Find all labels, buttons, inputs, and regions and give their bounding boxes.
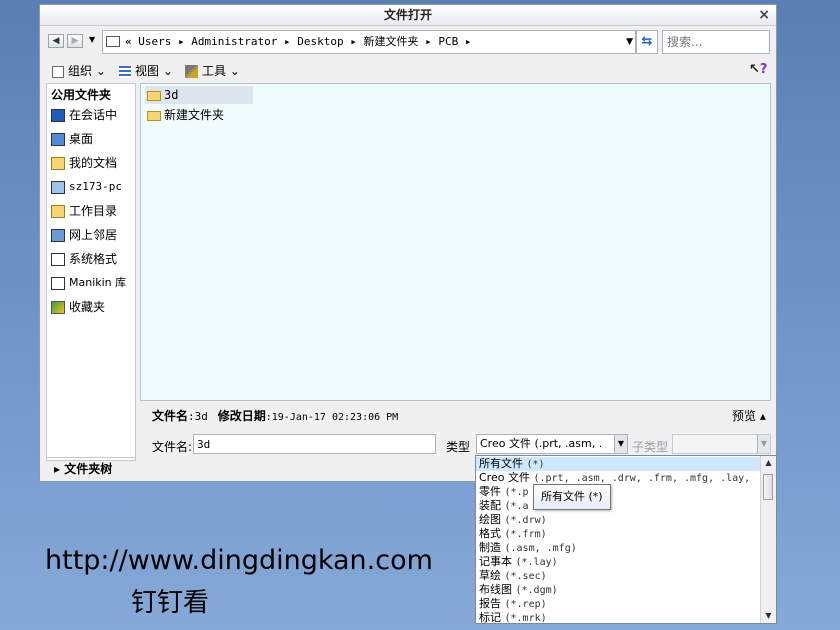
type-option-format[interactable]: 格式 (*.frm)	[476, 527, 762, 541]
organize-menu[interactable]: 组织 ⌄	[52, 62, 106, 80]
watermark-url: http://www.dingdingkan.com	[45, 545, 433, 576]
watermark-text: 钉钉看	[131, 588, 210, 618]
views-menu[interactable]: 视图 ⌄	[119, 62, 173, 80]
title-bar: 文件打开 ×	[40, 5, 776, 26]
folder-icon	[147, 90, 161, 101]
monitor-icon	[51, 109, 65, 122]
address-bar[interactable]: « Users ▸ Administrator ▸ Desktop ▸ 新建文件…	[102, 30, 636, 54]
dropdown-scrollbar[interactable]: ▲ ▼	[760, 456, 776, 623]
breadcrumb-separator: ▸	[283, 35, 291, 48]
tools-menu[interactable]: 工具 ⌄	[185, 62, 240, 80]
back-icon[interactable]: ◀	[48, 34, 64, 48]
views-icon	[119, 65, 131, 78]
subtype-label: 子类型	[632, 440, 669, 454]
sidebar: 公用文件夹 在会话中 桌面 我的文档 sz173-pc 工作目录 网上邻居 系统…	[46, 83, 136, 461]
navigation-bar: ◀ ▶ ▼ « Users ▸ Administrator ▸ Desktop …	[40, 27, 776, 57]
breadcrumb-desktop[interactable]: Desktop	[297, 35, 343, 48]
chevron-down-icon[interactable]: ▼	[757, 435, 770, 453]
refresh-icon[interactable]: ⇆	[636, 30, 658, 54]
type-option-drawing[interactable]: 绘图 (*.drw)	[476, 513, 762, 527]
type-option-part[interactable]: 零件 (*.p	[476, 485, 762, 499]
folder-icon	[147, 110, 161, 121]
sidebar-item-system-formats[interactable]: 系统格式	[51, 249, 117, 269]
work-folder-icon	[51, 205, 65, 218]
sidebar-item-favorites[interactable]: 收藏夹	[51, 297, 105, 317]
sidebar-item-computer[interactable]: sz173-pc	[51, 177, 122, 197]
sidebar-item-desktop[interactable]: 桌面	[51, 129, 93, 149]
desktop-icon	[51, 133, 65, 146]
toolbar: 组织 ⌄ 视图 ⌄ 工具 ⌄ ↖?	[40, 59, 776, 83]
close-icon[interactable]: ×	[758, 5, 770, 25]
chevron-down-icon[interactable]: ▼	[614, 435, 627, 453]
breadcrumb-pcb[interactable]: PCB	[438, 35, 458, 48]
breadcrumb-new-folder[interactable]: 新建文件夹	[363, 35, 418, 48]
file-info: 文件名:3d 修改日期:19-Jan-17 02:23:06 PM	[152, 409, 399, 423]
breadcrumb-administrator[interactable]: Administrator	[191, 35, 277, 48]
breadcrumb: « Users ▸ Administrator ▸ Desktop ▸ 新建文件…	[125, 31, 471, 53]
type-dropdown-list: 所有文件 (*) Creo 文件 (.prt, .asm, .drw, .frm…	[475, 455, 777, 624]
type-option-markup[interactable]: 标记 (*.mrk)	[476, 611, 762, 623]
breadcrumb-separator: ▸	[350, 35, 357, 48]
file-open-dialog: 文件打开 × ◀ ▶ ▼ « Users ▸ Administrator ▸ D…	[39, 4, 777, 482]
subtype-select[interactable]: ▼	[672, 434, 771, 454]
filename-label: 文件名:	[152, 440, 193, 454]
search-input[interactable]	[662, 30, 770, 54]
sidebar-heading: 公用文件夹	[51, 88, 112, 102]
sidebar-item-in-session[interactable]: 在会话中	[51, 105, 117, 125]
breadcrumb-separator: ▸	[464, 35, 472, 48]
computer-icon	[51, 180, 65, 194]
sidebar-item-working-directory[interactable]: 工作目录	[51, 201, 117, 221]
scroll-thumb[interactable]	[763, 474, 773, 500]
breadcrumb-overflow[interactable]: «	[125, 35, 132, 48]
help-icon[interactable]: ↖?	[749, 62, 767, 77]
system-format-icon	[51, 253, 65, 266]
tools-icon	[185, 65, 198, 78]
sidebar-item-my-documents[interactable]: 我的文档	[51, 153, 117, 173]
type-select-value: Creo 文件 (.prt, .asm, .	[480, 437, 603, 450]
network-icon	[51, 229, 65, 242]
favorites-icon	[51, 301, 65, 314]
sidebar-item-network[interactable]: 网上邻居	[51, 225, 117, 245]
documents-icon	[51, 157, 65, 170]
scroll-up-icon[interactable]: ▲	[761, 456, 776, 470]
type-label: 类型	[446, 440, 471, 454]
type-option-notebook[interactable]: 记事本 (*.lay)	[476, 555, 762, 569]
file-list: 3d 新建文件夹	[140, 83, 771, 401]
folder-icon	[106, 36, 120, 47]
type-select[interactable]: Creo 文件 (.prt, .asm, . ▼	[476, 434, 628, 454]
sidebar-item-manikin-library[interactable]: Manikin 库	[51, 273, 126, 293]
breadcrumb-separator: ▸	[178, 35, 185, 48]
history-dropdown-icon[interactable]: ▼	[89, 35, 95, 44]
type-option-diagram[interactable]: 布线图 (*.dgm)	[476, 583, 762, 597]
filename-input[interactable]	[193, 434, 436, 454]
window-title: 文件打开	[383, 8, 432, 22]
file-item-new-folder[interactable]: 新建文件夹	[145, 106, 253, 124]
type-option-assembly[interactable]: 装配 (*.a	[476, 499, 762, 513]
address-dropdown-icon[interactable]: ▼	[626, 31, 633, 53]
forward-icon[interactable]: ▶	[67, 34, 83, 48]
type-option-all-files[interactable]: 所有文件 (*)	[476, 457, 762, 471]
file-item-3d[interactable]: 3d	[145, 86, 253, 104]
type-option-sketch[interactable]: 草绘 (*.sec)	[476, 569, 762, 583]
organize-icon	[52, 65, 64, 78]
type-option-creo-files[interactable]: Creo 文件 (.prt, .asm, .drw, .frm, .mfg, .…	[476, 471, 762, 485]
type-option-manufacturing[interactable]: 制造 (.asm, .mfg)	[476, 541, 762, 555]
folder-tree-toggle[interactable]: ▸ 文件夹树	[46, 457, 136, 479]
preview-toggle[interactable]: 预览 ▴	[732, 407, 766, 424]
breadcrumb-separator: ▸	[425, 35, 432, 48]
breadcrumb-users[interactable]: Users	[138, 35, 171, 48]
manikin-library-icon	[51, 276, 65, 290]
scroll-down-icon[interactable]: ▼	[761, 609, 776, 623]
type-option-report[interactable]: 报告 (*.rep)	[476, 597, 762, 611]
tooltip: 所有文件 (*)	[533, 484, 611, 510]
